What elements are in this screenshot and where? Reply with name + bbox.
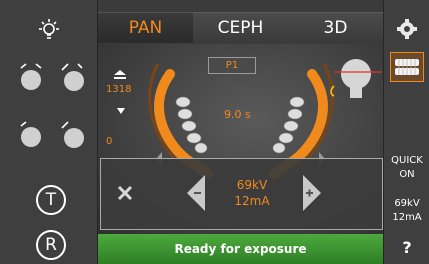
increase-button[interactable]: [301, 173, 323, 213]
zero-value: 0: [106, 136, 113, 147]
quick-label: QUICK: [391, 155, 423, 166]
help-button[interactable]: ?: [384, 238, 429, 257]
timer-button[interactable]: T: [36, 185, 66, 215]
tab-3d-label: 3D: [323, 18, 348, 38]
head-profile-icon: [330, 59, 382, 98]
left-sidebar: T R: [0, 0, 98, 264]
head-front-down-icon[interactable]: [16, 120, 46, 154]
head-tilt-down-icon[interactable]: [56, 120, 88, 154]
close-icon[interactable]: [115, 183, 135, 203]
right-sidebar: QUICK ON 69kV 12mA ?: [383, 0, 429, 264]
height-value: 1318: [106, 84, 132, 95]
exposure-time: 9.0 s: [224, 108, 251, 121]
status-bar: Ready for exposure: [98, 234, 383, 264]
lightbulb-icon[interactable]: [34, 16, 64, 46]
tab-3d[interactable]: 3D: [288, 12, 383, 43]
right-ma-value: 12mA: [392, 212, 422, 223]
head-tilt-up-icon[interactable]: [56, 62, 88, 96]
tab-pan[interactable]: PAN: [98, 12, 193, 43]
head-front-up-icon[interactable]: [16, 62, 46, 96]
height-down-icon[interactable]: [117, 99, 125, 114]
height-adjust-icon[interactable]: [112, 68, 128, 82]
tab-ceph[interactable]: CEPH: [193, 12, 288, 43]
reset-button[interactable]: R: [36, 230, 66, 260]
decrease-button[interactable]: [185, 173, 207, 213]
mode-tabs: PAN CEPH 3D: [98, 12, 383, 44]
gear-icon[interactable]: [396, 18, 418, 40]
program-label-text: P1: [225, 60, 239, 71]
program-label: P1: [208, 57, 256, 74]
tab-ceph-label: CEPH: [217, 18, 264, 38]
kv-value: 69kV: [236, 178, 268, 192]
quick-state[interactable]: ON: [384, 169, 429, 180]
teeth-icon[interactable]: [390, 52, 424, 82]
exposure-control-panel: 69kV 12mA: [100, 158, 383, 230]
ma-value: 12mA: [234, 194, 270, 208]
right-kv-value: 69kV: [394, 198, 420, 209]
tab-pan-label: PAN: [128, 18, 163, 38]
timer-button-label: T: [45, 190, 57, 210]
reset-button-label: R: [45, 235, 57, 255]
status-text: Ready for exposure: [174, 242, 307, 256]
